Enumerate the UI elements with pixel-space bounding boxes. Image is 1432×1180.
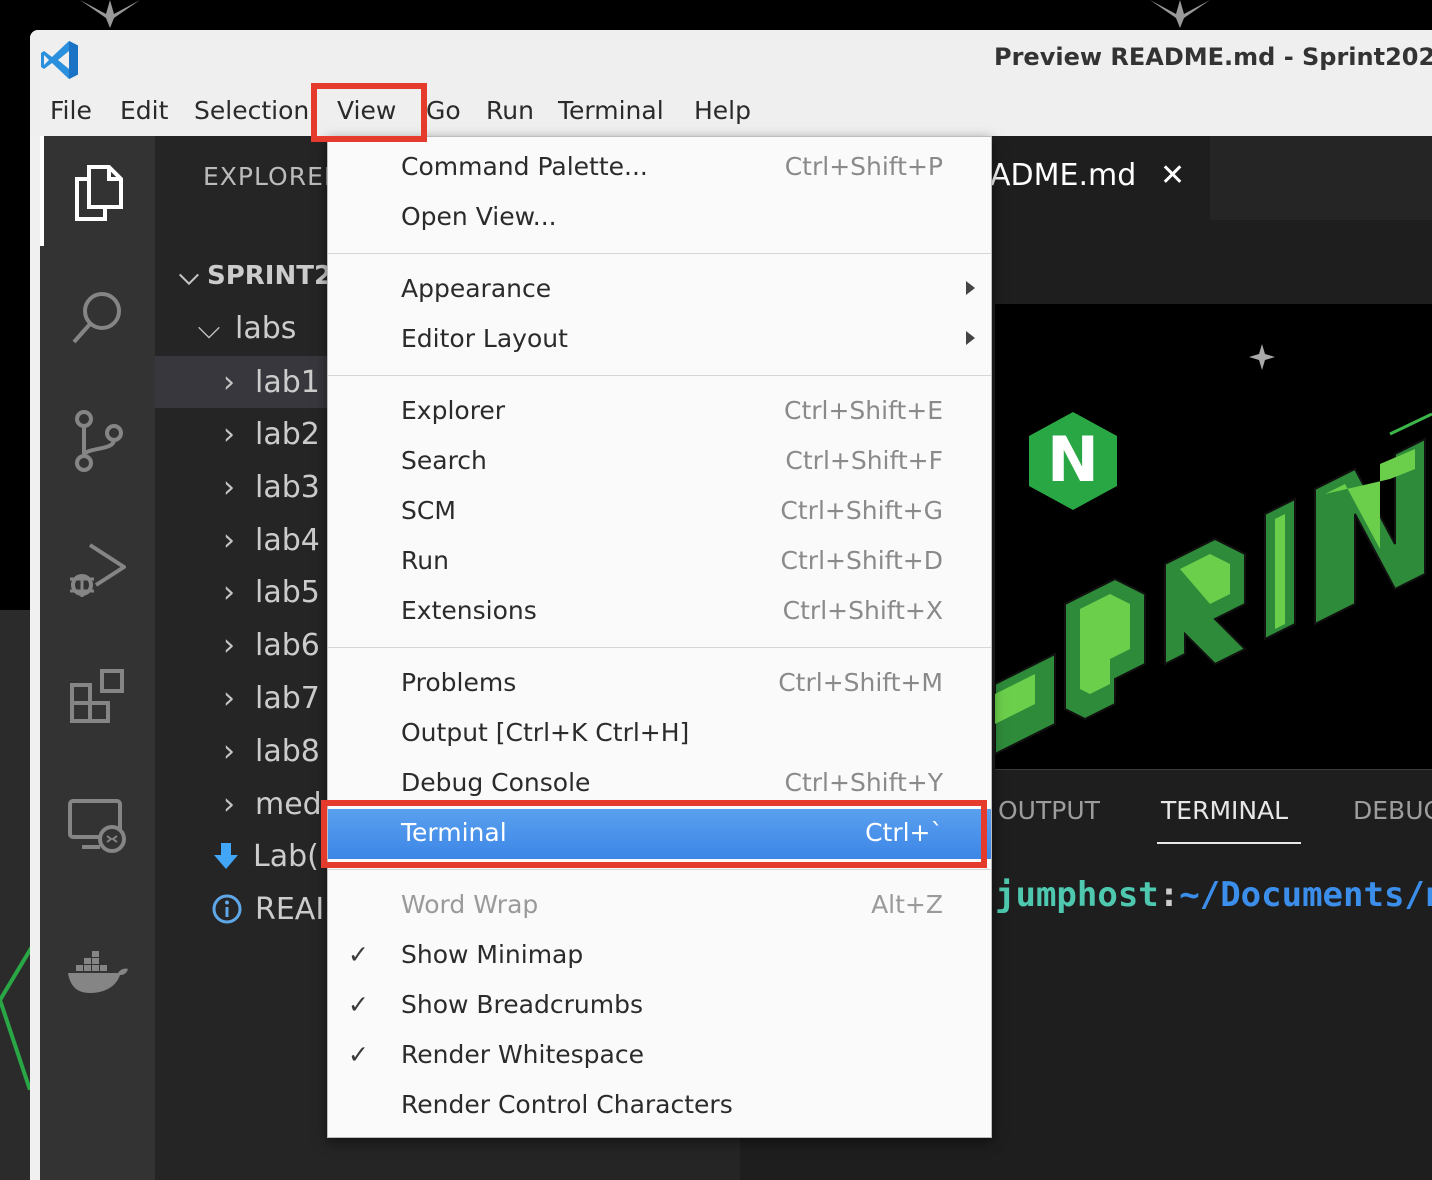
activity-bar <box>40 136 155 1180</box>
tab-debug[interactable]: DEBUG <box>1353 796 1432 825</box>
menu-item-extensions[interactable]: Extensions Ctrl+Shift+X <box>328 587 991 637</box>
window-title: Preview README.md - Sprint202 <box>994 43 1432 71</box>
menu-item-show-breadcrumbs[interactable]: ✓ Show Breadcrumbs <box>328 981 991 1031</box>
close-icon[interactable]: ✕ <box>1160 158 1185 193</box>
chevron-right-icon: › <box>223 416 235 452</box>
docker-icon[interactable] <box>40 928 155 1018</box>
chevron-right-icon: › <box>223 786 235 822</box>
menu-item-search[interactable]: Search Ctrl+Shift+F <box>328 437 991 487</box>
menu-terminal[interactable]: Terminal <box>558 96 664 125</box>
chevron-right-icon: › <box>223 574 235 610</box>
menu-run[interactable]: Run <box>486 96 534 125</box>
download-arrow-icon <box>214 843 238 869</box>
menu-item-appearance[interactable]: Appearance <box>328 265 991 315</box>
menu-item-show-minimap[interactable]: ✓ Show Minimap <box>328 931 991 981</box>
menu-bar: File Edit Selection View Go Run Terminal… <box>30 86 1432 136</box>
vscode-logo-icon <box>41 41 78 79</box>
info-icon <box>212 894 242 924</box>
chevron-right-icon: › <box>223 733 235 769</box>
menu-item-open-view[interactable]: Open View... <box>328 193 991 243</box>
explorer-title: EXPLORER <box>203 162 343 191</box>
menu-go[interactable]: Go <box>426 96 461 125</box>
extensions-icon[interactable] <box>40 652 155 742</box>
menu-separator <box>328 647 991 648</box>
menu-help[interactable]: Help <box>694 96 751 125</box>
menu-edit[interactable]: Edit <box>120 96 168 125</box>
tab-output[interactable]: OUTPUT <box>998 796 1100 825</box>
menu-item-scm[interactable]: SCM Ctrl+Shift+G <box>328 487 991 537</box>
terminal-separator: : <box>1158 875 1180 915</box>
menu-separator <box>328 253 991 254</box>
chevron-right-icon: › <box>223 680 235 716</box>
search-icon[interactable] <box>40 272 155 362</box>
chevron-right-icon: › <box>223 469 235 505</box>
chevron-right-icon: › <box>223 364 235 400</box>
annotation-box-view-menu <box>311 83 427 142</box>
submenu-arrow-icon <box>966 281 975 295</box>
source-control-icon[interactable] <box>40 396 155 486</box>
checkmark-icon: ✓ <box>348 990 369 1019</box>
terminal-prompt[interactable]: jumphost:~/Documents/ng <box>995 875 1432 915</box>
run-debug-icon[interactable] <box>40 524 155 614</box>
terminal-host: jumphost <box>995 875 1159 915</box>
menu-file[interactable]: File <box>50 96 92 125</box>
menu-item-render-whitespace[interactable]: ✓ Render Whitespace <box>328 1031 991 1081</box>
menu-item-run[interactable]: Run Ctrl+Shift+D <box>328 537 991 587</box>
markdown-preview: N <box>995 304 1432 769</box>
menu-item-editor-layout[interactable]: Editor Layout <box>328 315 991 365</box>
desktop-sparkle-icon <box>1150 0 1210 28</box>
chevron-right-icon: › <box>223 522 235 558</box>
tab-terminal[interactable]: TERMINAL <box>1161 796 1288 825</box>
menu-item-command-palette[interactable]: Command Palette... Ctrl+Shift+P <box>328 143 991 193</box>
menu-item-render-control-characters[interactable]: Render Control Characters <box>328 1081 991 1131</box>
menu-separator <box>328 869 991 870</box>
active-tab-underline <box>1157 842 1301 844</box>
annotation-box-terminal-item <box>321 800 987 868</box>
checkmark-icon: ✓ <box>348 1040 369 1069</box>
chevron-down-icon: ⌵ <box>197 310 221 346</box>
desktop-sparkle-icon <box>80 0 140 28</box>
view-menu-dropdown: Command Palette... Ctrl+Shift+P Open Vie… <box>327 136 992 1138</box>
menu-item-explorer[interactable]: Explorer Ctrl+Shift+E <box>328 387 991 437</box>
title-bar[interactable]: Preview README.md - Sprint202 <box>30 30 1432 86</box>
nginx-logo-icon: N <box>1047 423 1099 496</box>
menu-item-output[interactable]: Output [Ctrl+K Ctrl+H] <box>328 709 991 759</box>
bottom-panel: OUTPUT TERMINAL DEBUG jumphost:~/Documen… <box>995 769 1432 1180</box>
remote-explorer-icon[interactable] <box>40 780 155 870</box>
tab-label: ADME.md <box>990 158 1137 193</box>
menu-item-problems[interactable]: Problems Ctrl+Shift+M <box>328 659 991 709</box>
terminal-path: ~/Documents/ng <box>1179 875 1432 915</box>
chevron-right-icon: › <box>223 627 235 663</box>
chevron-down-icon: ⌵ <box>179 260 199 291</box>
menu-item-word-wrap[interactable]: Word Wrap Alt+Z <box>328 881 991 931</box>
menu-selection[interactable]: Selection <box>194 96 309 125</box>
menu-separator <box>328 375 991 376</box>
sprint-banner-image: N <box>995 344 1432 756</box>
checkmark-icon: ✓ <box>348 940 369 969</box>
submenu-arrow-icon <box>966 331 975 345</box>
explorer-icon[interactable] <box>40 148 155 238</box>
